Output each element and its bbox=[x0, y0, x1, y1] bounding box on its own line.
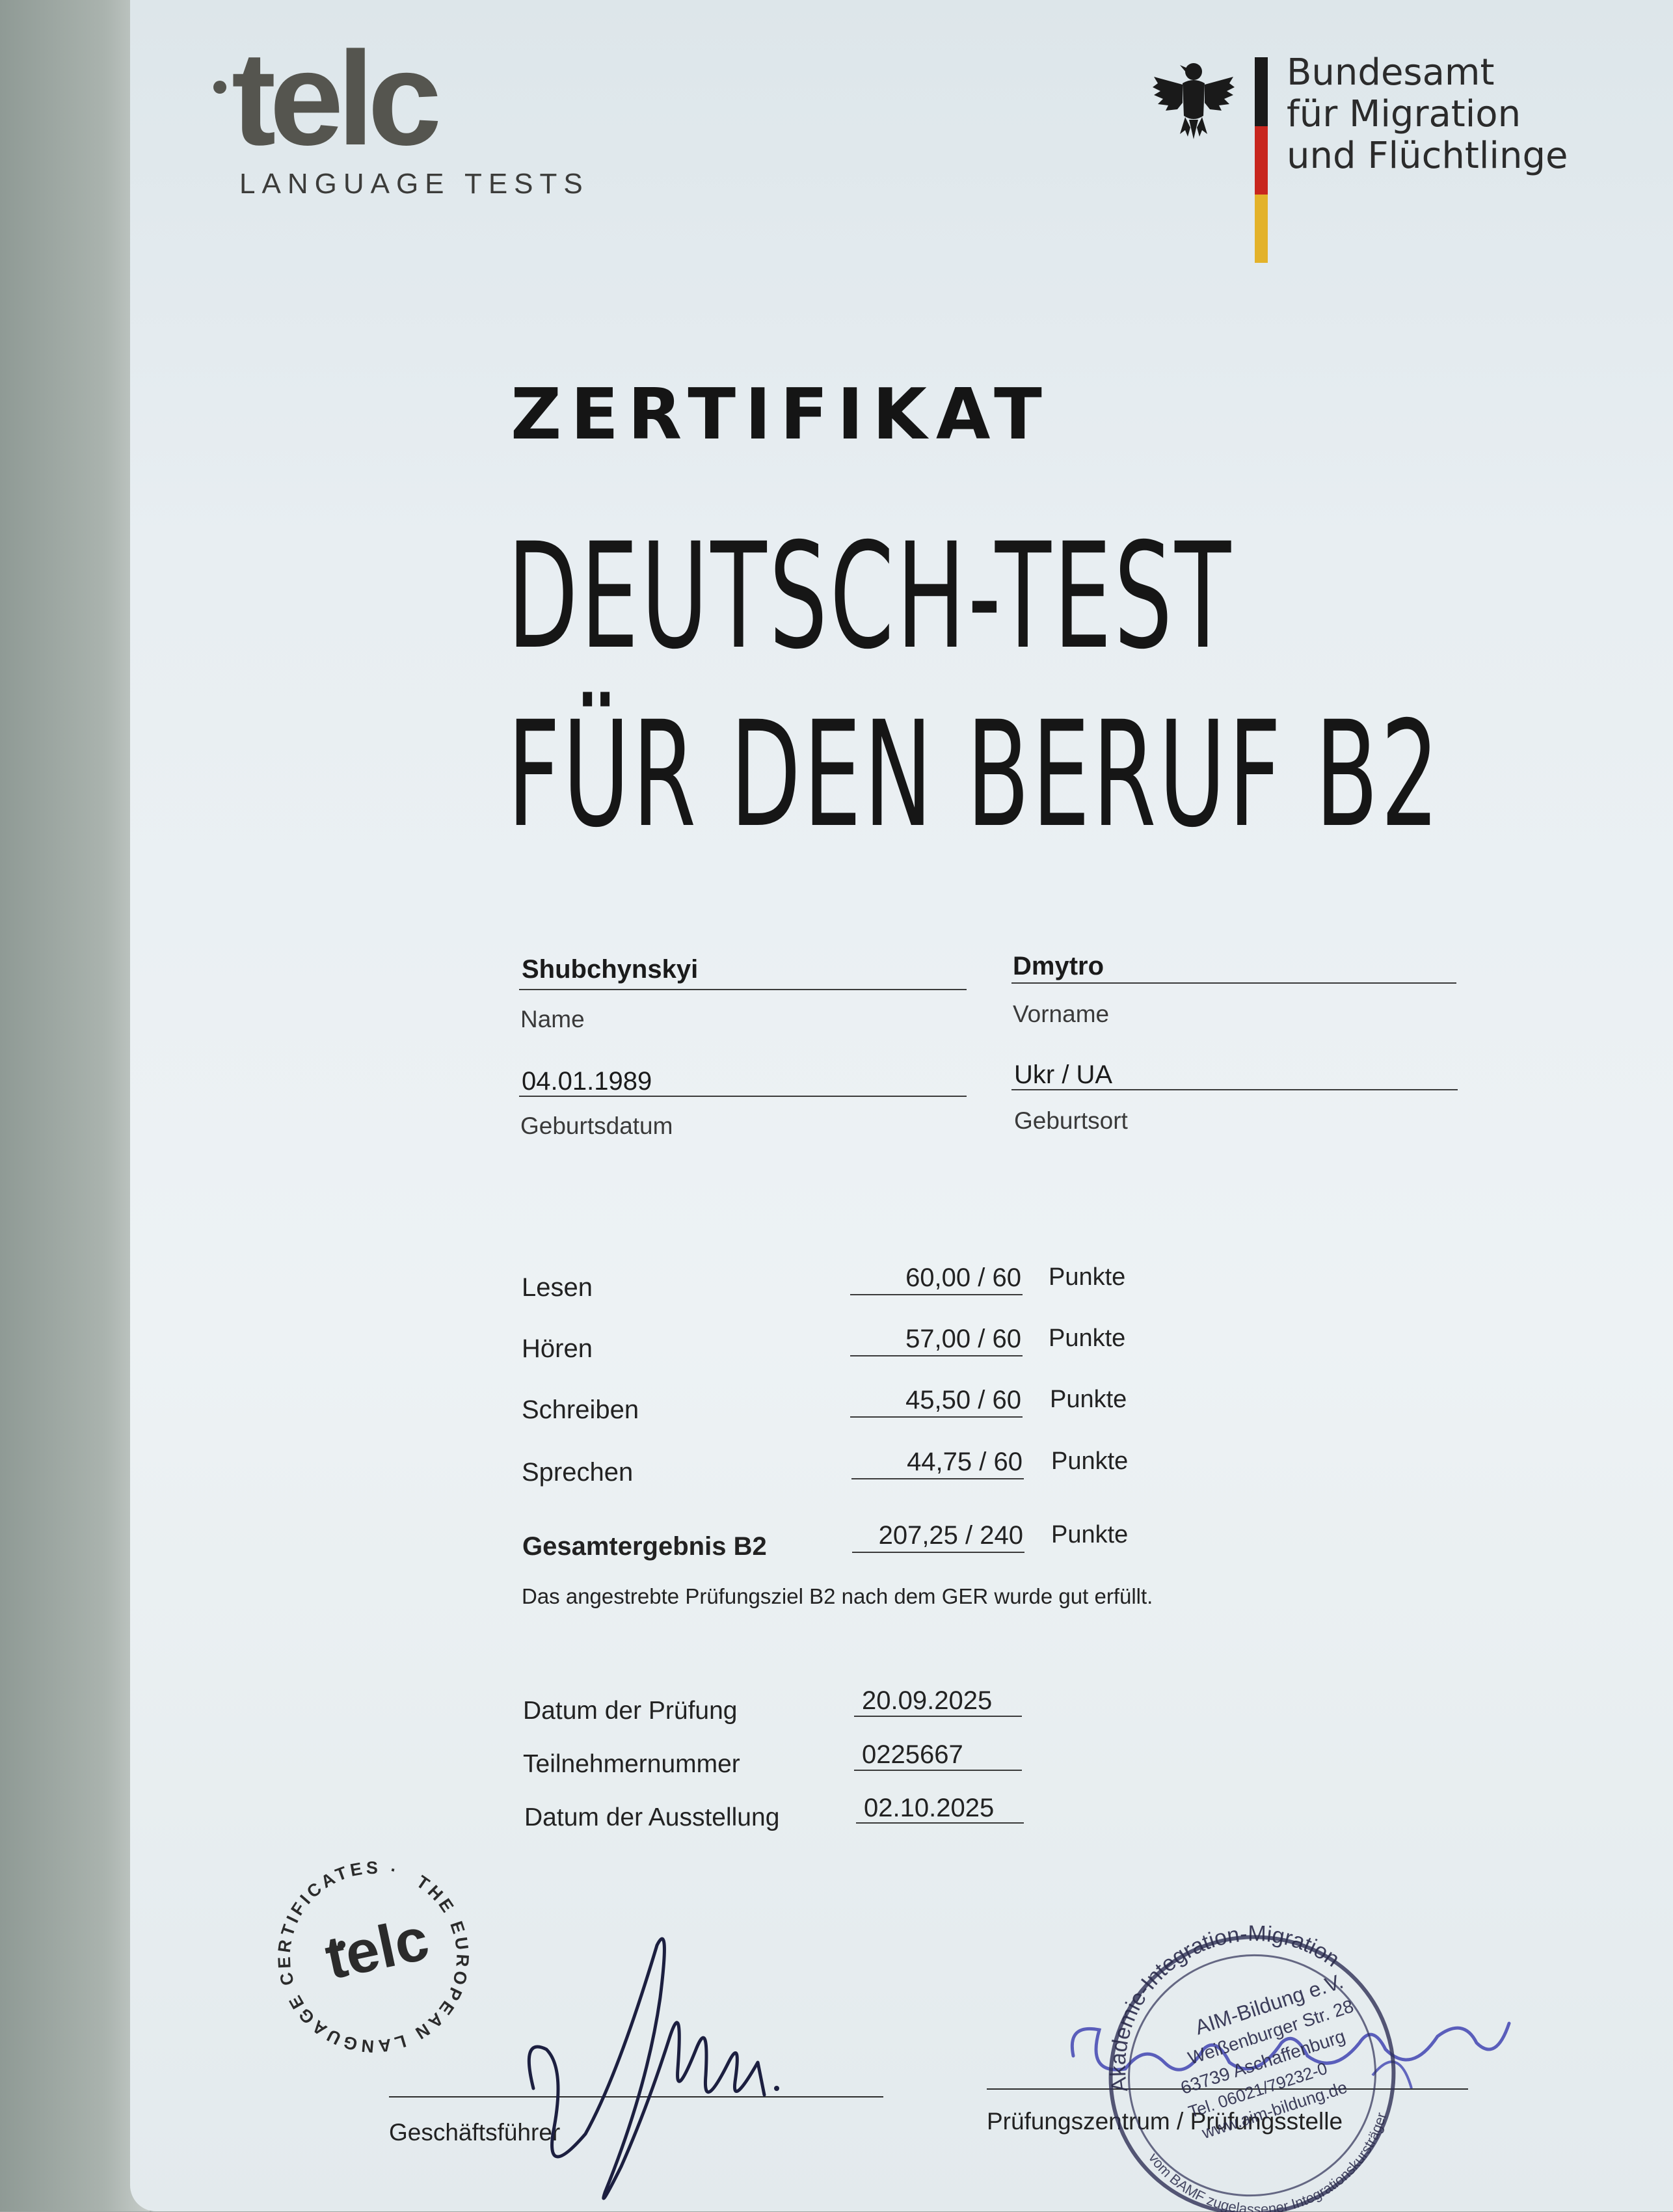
geburtsort-underline bbox=[1011, 1089, 1458, 1090]
name-value: Shubchynskyi bbox=[522, 955, 699, 984]
telc-logo-subtitle: LANGUAGE TESTS bbox=[239, 168, 589, 200]
score-value-hoeren: 57,00 / 60 bbox=[905, 1325, 1021, 1353]
vorname-underline bbox=[1011, 982, 1456, 984]
name-underline bbox=[519, 989, 967, 990]
certificate-title: DEUTSCH-TEST FÜR DEN BERUF B2 bbox=[507, 507, 1441, 864]
bamf-line-3: und Flüchtlinge bbox=[1287, 135, 1568, 177]
geburtsdatum-label: Geburtsdatum bbox=[520, 1113, 673, 1139]
ausstellungsdatum-value: 02.10.2025 bbox=[864, 1794, 995, 1822]
geburtsort-label: Geburtsort bbox=[1014, 1107, 1128, 1134]
score-label-lesen: Lesen bbox=[522, 1273, 593, 1302]
date-underline bbox=[856, 1822, 1024, 1824]
teilnehmernummer-value: 0225667 bbox=[862, 1740, 963, 1769]
score-underline bbox=[850, 1416, 1023, 1418]
bamf-line-1: Bundesamt bbox=[1287, 51, 1495, 94]
total-label: Gesamtergebnis B2 bbox=[522, 1532, 767, 1561]
score-unit-sprechen: Punkte bbox=[1051, 1448, 1129, 1475]
vorname-value: Dmytro bbox=[1013, 952, 1104, 980]
score-value-lesen: 60,00 / 60 bbox=[905, 1263, 1021, 1292]
score-unit-lesen: Punkte bbox=[1049, 1263, 1126, 1291]
title-line-1: DEUTSCH-TEST bbox=[507, 511, 1234, 681]
telc-logo: telc LANGUAGE TESTS bbox=[213, 32, 589, 200]
bamf-logo-text: Bundesamt für Migration und Flüchtlinge bbox=[1287, 52, 1568, 177]
total-underline bbox=[852, 1552, 1024, 1553]
seal-center-text: telc bbox=[319, 1906, 434, 1992]
total-value: 207,25 / 240 bbox=[878, 1521, 1023, 1550]
vorname-label: Vorname bbox=[1013, 1001, 1110, 1027]
score-unit-schreiben: Punkte bbox=[1050, 1386, 1127, 1413]
score-underline bbox=[851, 1478, 1024, 1479]
telc-round-seal: THE EUROPEAN LANGUAGE CERTIFICATES · tel… bbox=[263, 1846, 484, 2068]
geburtsdatum-value: 04.01.1989 bbox=[522, 1067, 652, 1096]
title-line-2: FÜR DEN BERUF B2 bbox=[507, 690, 1442, 859]
teilnehmernummer-label: Teilnehmernummer bbox=[523, 1750, 740, 1778]
score-underline bbox=[850, 1294, 1023, 1295]
pruefungsdatum-value: 20.09.2025 bbox=[862, 1686, 993, 1715]
signature-left bbox=[527, 1937, 779, 2200]
logo-dot-icon bbox=[213, 81, 226, 94]
score-label-sprechen: Sprechen bbox=[522, 1458, 634, 1487]
score-value-schreiben: 45,50 / 60 bbox=[905, 1386, 1021, 1414]
exam-center-stamp: Akademie-Integration-Migration vom BAMF … bbox=[1083, 1906, 1409, 2212]
geburtsdatum-underline bbox=[519, 1096, 967, 1097]
ausstellungsdatum-label: Datum der Ausstellung bbox=[524, 1803, 780, 1831]
pruefungsdatum-label: Datum der Prüfung bbox=[523, 1697, 738, 1725]
federal-eagle-icon bbox=[1153, 63, 1235, 139]
certificate-label: ZERTIFIKAT bbox=[511, 374, 1051, 455]
name-label: Name bbox=[520, 1006, 585, 1032]
score-label-schreiben: Schreiben bbox=[522, 1396, 639, 1424]
background-surface bbox=[0, 0, 150, 2211]
score-label-hoeren: Hören bbox=[522, 1334, 593, 1363]
date-underline bbox=[854, 1716, 1022, 1717]
score-value-sprechen: 44,75 / 60 bbox=[907, 1448, 1023, 1476]
date-underline bbox=[854, 1770, 1022, 1771]
score-underline bbox=[850, 1355, 1023, 1356]
german-flag-bar bbox=[1255, 57, 1268, 263]
score-unit-hoeren: Punkte bbox=[1049, 1325, 1126, 1352]
geburtsort-value: Ukr / UA bbox=[1014, 1060, 1113, 1089]
telc-logo-text: telc bbox=[232, 24, 442, 173]
total-unit: Punkte bbox=[1051, 1521, 1129, 1548]
result-note: Das angestrebte Prüfungsziel B2 nach dem… bbox=[522, 1584, 1153, 1608]
bamf-line-2: für Migration bbox=[1287, 93, 1521, 135]
